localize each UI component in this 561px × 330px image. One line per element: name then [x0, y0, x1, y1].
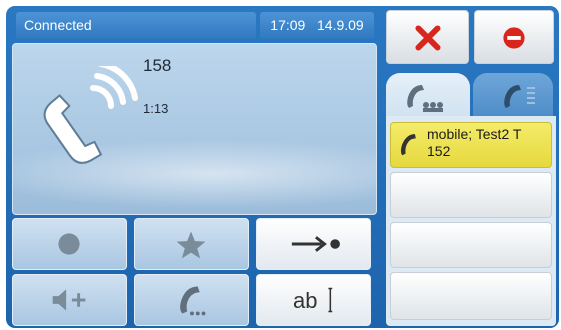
- tab-phonebook[interactable]: [473, 73, 553, 119]
- active-call-handset-icon: [43, 66, 138, 164]
- transfer-button[interactable]: [256, 218, 371, 270]
- clock-time: 17:09: [270, 17, 306, 33]
- status-bar: Connected: [16, 12, 256, 39]
- clock-date: 14.9.09: [317, 17, 364, 33]
- arrow-dot-icon: [291, 236, 340, 252]
- call-duration: 1:13: [143, 101, 169, 116]
- speaker-plus-icon: [52, 289, 86, 311]
- text-input-label: ab: [293, 288, 318, 313]
- circle-icon: [58, 233, 80, 255]
- list-item-text: mobile; Test2 T 152: [427, 126, 521, 160]
- call-info-panel: 158 1:13: [12, 43, 377, 215]
- call-list: mobile; Test2 T 152: [386, 116, 556, 326]
- hold-button[interactable]: [12, 218, 127, 270]
- call-label: mobile; Test2 T: [427, 126, 522, 142]
- list-item[interactable]: [390, 222, 552, 268]
- list-item-active-call[interactable]: mobile; Test2 T 152: [390, 122, 552, 168]
- list-item[interactable]: [390, 172, 552, 218]
- list-item[interactable]: [390, 272, 552, 320]
- handset-icon: [400, 134, 416, 156]
- caller-number: 158: [143, 56, 172, 75]
- close-icon: [415, 25, 441, 51]
- minus-circle-icon: [503, 27, 525, 49]
- handset-list-icon: [504, 85, 535, 108]
- handset-dots-icon: [180, 286, 206, 316]
- text-input-button[interactable]: ab: [256, 274, 371, 326]
- call-number: 152: [427, 143, 451, 159]
- call-options-button[interactable]: [134, 274, 249, 326]
- reject-button[interactable]: [474, 10, 554, 64]
- handset-group-icon: [407, 85, 443, 112]
- end-call-button[interactable]: [386, 10, 469, 64]
- ui-frame: Connected 17:09 14.9.09 158 1:13 ab mobi…: [6, 6, 559, 328]
- tab-active-calls[interactable]: [386, 73, 470, 119]
- star-icon: [176, 231, 206, 259]
- clock-display: 17:09 14.9.09: [260, 12, 374, 39]
- favorite-button[interactable]: [134, 218, 249, 270]
- status-text: Connected: [24, 17, 92, 33]
- volume-up-button[interactable]: [12, 274, 127, 326]
- phone-screen: Connected 17:09 14.9.09 158 1:13 ab mobi…: [0, 0, 561, 330]
